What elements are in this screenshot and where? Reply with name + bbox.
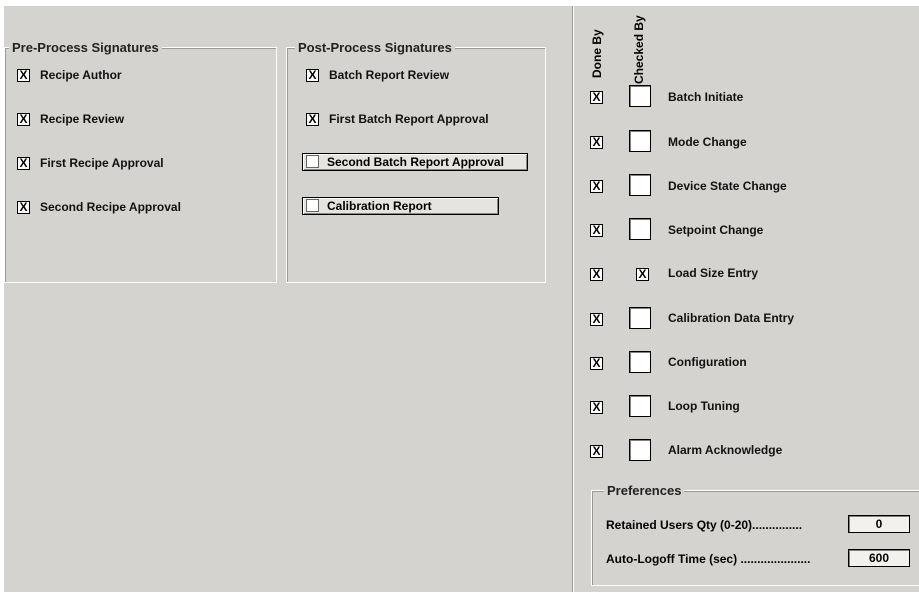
batch-initiate-checked-by-checkbox[interactable] (629, 85, 651, 107)
alarm-acknowledge-done-by-checkbox[interactable]: X (590, 445, 603, 458)
calibration-data-entry-checked-by-checkbox[interactable] (629, 307, 651, 329)
device-state-change-checked-by-checkbox[interactable] (629, 174, 651, 196)
auto-logoff-input[interactable]: 600 (848, 549, 910, 567)
pre-process-group: Pre-Process Signatures X Recipe Author X… (4, 39, 277, 283)
recipe-review-checkbox[interactable]: X (17, 113, 30, 126)
second-batch-report-approval-button[interactable]: Second Batch Report Approval (302, 153, 528, 171)
setpoint-change-label: Setpoint Change (668, 223, 764, 237)
batch-initiate-label: Batch Initiate (668, 90, 744, 104)
setpoint-change-checked-by-checkbox[interactable] (629, 218, 651, 240)
auto-logoff-label: Auto-Logoff Time (sec) .................… (606, 552, 811, 566)
load-size-entry-done-by-checkbox[interactable]: X (590, 268, 603, 281)
mode-change-checked-by-checkbox[interactable] (629, 130, 651, 152)
first-batch-report-approval-label: First Batch Report Approval (329, 112, 489, 126)
checked-by-header: Checked By (632, 15, 646, 84)
mode-change-done-by-checkbox[interactable]: X (590, 136, 603, 149)
retained-users-input[interactable]: 0 (848, 515, 910, 533)
load-size-entry-label: Load Size Entry (668, 266, 759, 280)
first-recipe-approval-checkbox[interactable]: X (17, 157, 30, 170)
post-process-title: Post-Process Signatures (295, 39, 455, 56)
configuration-checked-by-checkbox[interactable] (629, 351, 651, 373)
alarm-acknowledge-checked-by-checkbox[interactable] (629, 439, 651, 461)
loop-tuning-done-by-checkbox[interactable]: X (590, 401, 603, 414)
device-state-change-label: Device State Change (668, 179, 787, 193)
retained-users-label: Retained Users Qty (0-20)............... (606, 518, 803, 532)
second-batch-report-approval-label: Second Batch Report Approval (327, 155, 504, 169)
recipe-author-label: Recipe Author (40, 68, 122, 82)
calibration-data-entry-done-by-checkbox[interactable]: X (590, 313, 603, 326)
second-recipe-approval-label: Second Recipe Approval (40, 200, 181, 214)
batch-initiate-done-by-checkbox[interactable]: X (590, 91, 603, 104)
calibration-data-entry-label: Calibration Data Entry (668, 311, 795, 325)
setpoint-change-done-by-checkbox[interactable]: X (590, 224, 603, 237)
alarm-acknowledge-label: Alarm Acknowledge (668, 443, 783, 457)
configuration-done-by-checkbox[interactable]: X (590, 357, 603, 370)
recipe-review-label: Recipe Review (40, 112, 125, 126)
recipe-author-checkbox[interactable]: X (17, 69, 30, 82)
calibration-report-checkbox (306, 199, 319, 212)
second-batch-report-approval-checkbox (306, 155, 319, 168)
device-state-change-done-by-checkbox[interactable]: X (590, 180, 603, 193)
preferences-title: Preferences (604, 482, 685, 499)
signature-settings-panel: Pre-Process Signatures X Recipe Author X… (4, 6, 919, 592)
calibration-report-label: Calibration Report (327, 199, 432, 213)
done-by-header: Done By (590, 29, 604, 78)
batch-report-review-checkbox[interactable]: X (306, 69, 319, 82)
batch-report-review-label: Batch Report Review (329, 68, 450, 82)
second-recipe-approval-checkbox[interactable]: X (17, 201, 30, 214)
first-recipe-approval-label: First Recipe Approval (40, 156, 164, 170)
pre-process-title: Pre-Process Signatures (9, 39, 162, 56)
mode-change-label: Mode Change (668, 135, 747, 149)
configuration-label: Configuration (668, 355, 747, 369)
load-size-entry-checked-by-checkbox[interactable]: X (636, 268, 649, 281)
post-process-group: Post-Process Signatures X Batch Report R… (286, 39, 546, 283)
calibration-report-button[interactable]: Calibration Report (302, 197, 499, 215)
preferences-group: Preferences Retained Users Qty (0-20)...… (591, 482, 919, 586)
loop-tuning-label: Loop Tuning (668, 399, 740, 413)
loop-tuning-checked-by-checkbox[interactable] (629, 395, 651, 417)
vertical-separator (572, 6, 574, 592)
first-batch-report-approval-checkbox[interactable]: X (306, 113, 319, 126)
